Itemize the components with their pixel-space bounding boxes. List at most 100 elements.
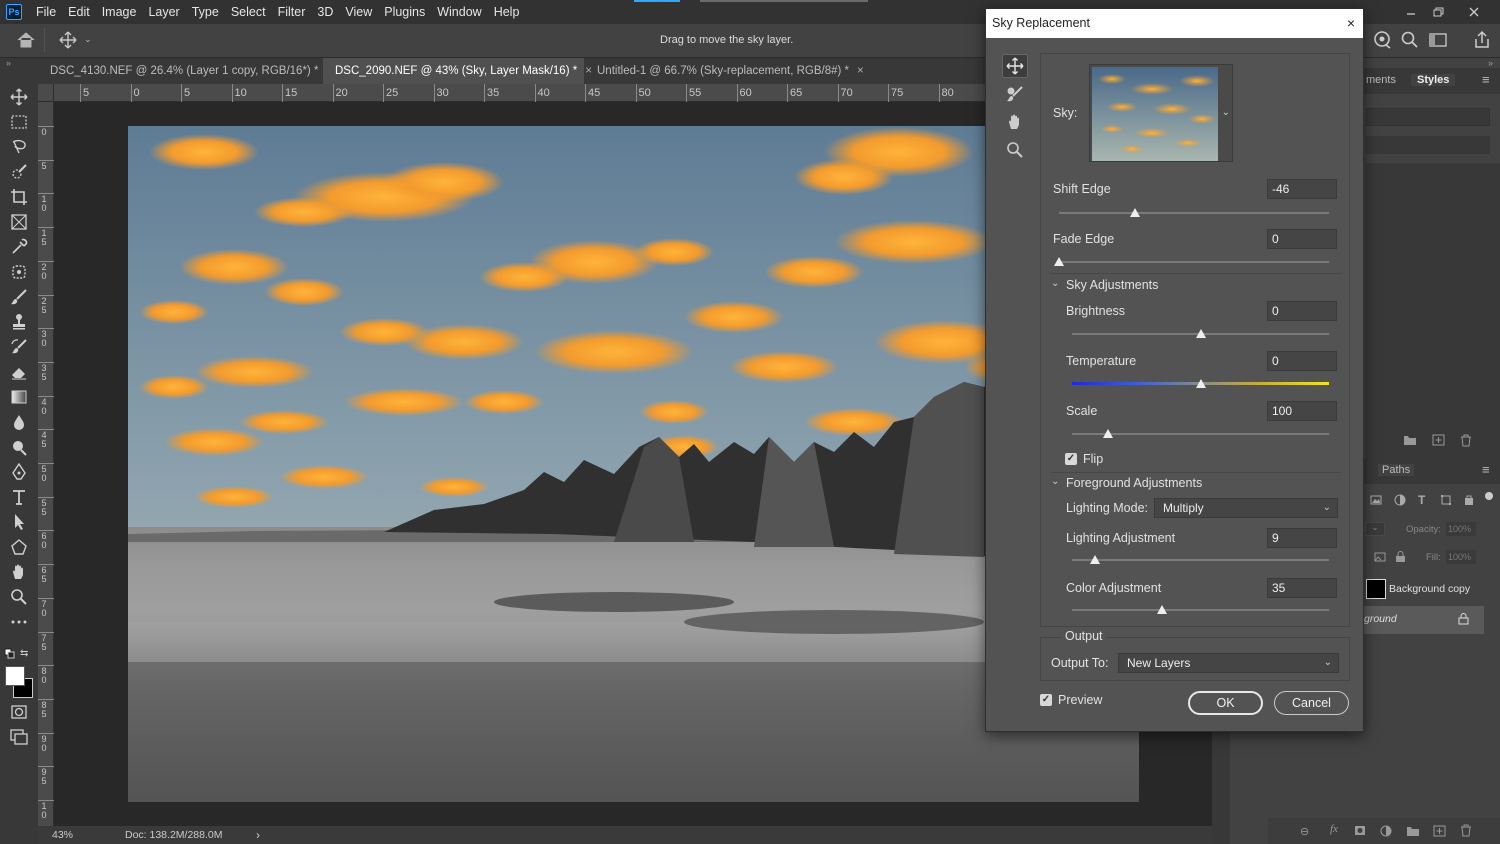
color-adjustment-field[interactable]: 35 <box>1267 578 1337 598</box>
eraser-icon[interactable] <box>6 361 32 383</box>
sky-preset-picker[interactable]: ⌄ <box>1089 64 1233 162</box>
menu-help[interactable]: Help <box>488 0 526 24</box>
menu-edit[interactable]: Edit <box>62 0 96 24</box>
lock-all-icon[interactable] <box>1395 551 1406 566</box>
lasso-icon[interactable] <box>6 136 32 158</box>
marquee-icon[interactable] <box>6 111 32 133</box>
opacity-field[interactable]: 100% <box>1446 522 1476 536</box>
tab-adjustments[interactable]: ments <box>1366 74 1396 86</box>
cancel-button[interactable]: Cancel <box>1274 691 1349 715</box>
cloud-docs-icon[interactable] <box>1372 30 1392 53</box>
share-icon[interactable] <box>1472 30 1492 53</box>
filter-smart-object-icon[interactable] <box>1463 494 1475 509</box>
search-icon[interactable] <box>1400 30 1420 53</box>
link-layers-icon[interactable]: ⊖ <box>1300 825 1309 838</box>
screen-mode-icon[interactable] <box>6 726 32 748</box>
zoom-icon[interactable] <box>1002 138 1028 162</box>
close-tab-icon[interactable]: × <box>857 65 864 77</box>
fx-icon[interactable]: fx <box>1330 823 1338 835</box>
menu-select[interactable]: Select <box>225 0 272 24</box>
menu-filter[interactable]: Filter <box>272 0 312 24</box>
menu-type[interactable]: Type <box>186 0 225 24</box>
ruler-horizontal[interactable]: 5 0 5 10 15 20 25 30 35 40 45 50 55 60 65 70 75 80 <box>54 84 986 102</box>
lock-pixels-icon[interactable] <box>1374 552 1386 566</box>
styles-search-box[interactable] <box>1366 108 1490 126</box>
menu-window[interactable]: Window <box>431 0 487 24</box>
filter-image-icon[interactable] <box>1370 494 1382 509</box>
new-group-icon[interactable] <box>1406 825 1420 840</box>
shift-edge-slider[interactable] <box>1059 212 1329 214</box>
home-icon[interactable] <box>16 31 36 52</box>
preview-checkbox[interactable]: ✓ <box>1040 694 1052 706</box>
fill-field[interactable]: 100% <box>1446 550 1476 564</box>
filter-adjustment-icon[interactable] <box>1394 494 1406 509</box>
scale-field[interactable]: 100 <box>1267 401 1337 421</box>
lighting-mode-select[interactable]: Multiply ⌄ <box>1154 498 1338 518</box>
collapse-chevron-icon[interactable]: ⌄ <box>1051 278 1059 289</box>
lighting-adjustment-slider-thumb[interactable] <box>1090 555 1101 564</box>
menu-layer[interactable]: Layer <box>142 0 185 24</box>
hand-icon[interactable] <box>6 561 32 583</box>
dodge-icon[interactable] <box>6 436 32 458</box>
path-selection-icon[interactable] <box>6 511 32 533</box>
temperature-slider-thumb[interactable] <box>1195 379 1206 388</box>
filter-shape-icon[interactable] <box>1440 494 1452 509</box>
tab-styles[interactable]: Styles <box>1411 74 1456 86</box>
collapse-chevron-icon[interactable]: ⌄ <box>1051 476 1059 487</box>
crop-icon[interactable] <box>6 186 32 208</box>
close-icon[interactable]: × <box>1347 9 1355 38</box>
chevron-down-icon[interactable]: ⌄ <box>1222 107 1230 118</box>
fade-edge-field[interactable]: 0 <box>1267 229 1337 249</box>
tab-dsc-2090[interactable]: DSC_2090.NEF @ 43% (Sky, Layer Mask/16) … <box>323 58 592 84</box>
add-mask-icon[interactable] <box>1354 825 1366 839</box>
foreground-color-swatch[interactable] <box>5 666 25 686</box>
hand-icon[interactable] <box>1002 110 1028 134</box>
panel-menu-icon[interactable]: ≡ <box>1482 462 1490 477</box>
layer-lock-icon[interactable] <box>1458 613 1469 628</box>
collapse-arrows-icon[interactable]: » <box>1488 58 1493 68</box>
filter-toggle-icon[interactable] <box>1485 492 1493 500</box>
styles-list[interactable] <box>1366 163 1500 463</box>
flip-label[interactable]: Flip <box>1083 452 1103 466</box>
sky-adjustments-header[interactable]: Sky Adjustments <box>1066 278 1158 292</box>
frame-icon[interactable] <box>6 211 32 233</box>
dialog-titlebar[interactable]: Sky Replacement × <box>986 9 1363 38</box>
new-group-icon[interactable] <box>1403 434 1417 449</box>
new-style-icon[interactable] <box>1432 434 1446 449</box>
zoom-level[interactable]: 43% <box>52 829 73 841</box>
new-adjustment-icon[interactable] <box>1380 825 1392 840</box>
delete-layer-icon[interactable] <box>1460 824 1472 840</box>
filter-type-icon[interactable]: T <box>1418 493 1425 507</box>
history-brush-icon[interactable] <box>6 336 32 358</box>
blend-mode-select[interactable]: ⌄ <box>1365 522 1385 536</box>
workspace-icon[interactable] <box>1428 31 1450 52</box>
gradient-icon[interactable] <box>6 386 32 408</box>
minimize-icon[interactable] <box>1397 0 1425 24</box>
color-adjustment-slider[interactable] <box>1072 609 1329 611</box>
tab-paths[interactable]: Paths <box>1378 464 1415 476</box>
menu-3d[interactable]: 3D <box>311 0 339 24</box>
fade-edge-slider[interactable] <box>1059 261 1329 263</box>
zoom-icon[interactable] <box>6 586 32 608</box>
move-icon[interactable] <box>6 86 32 108</box>
restore-icon[interactable] <box>1425 0 1453 24</box>
quick-selection-icon[interactable] <box>6 161 32 183</box>
preview-label[interactable]: Preview <box>1058 693 1102 707</box>
sky-move-tool-icon[interactable] <box>1002 54 1028 78</box>
quick-mask-icon[interactable] <box>6 701 32 723</box>
trash-icon[interactable] <box>1460 434 1472 450</box>
styles-list-row[interactable] <box>1366 136 1490 154</box>
menu-plugins[interactable]: Plugins <box>378 0 431 24</box>
color-adjustment-slider-thumb[interactable] <box>1156 605 1167 614</box>
close-window-icon[interactable] <box>1460 0 1488 24</box>
ruler-corner[interactable] <box>38 84 54 102</box>
new-layer-icon[interactable] <box>1433 825 1447 840</box>
more-tools-icon[interactable] <box>6 611 32 633</box>
output-to-select[interactable]: New Layers ⌄ <box>1118 653 1339 673</box>
menu-image[interactable]: Image <box>96 0 143 24</box>
brightness-slider-thumb[interactable] <box>1195 329 1206 338</box>
ok-button[interactable]: OK <box>1188 691 1263 715</box>
tab-dsc-4130[interactable]: DSC_4130.NEF @ 26.4% (Layer 1 copy, RGB/… <box>38 58 333 84</box>
brush-icon[interactable] <box>6 286 32 308</box>
lighting-adjustment-slider[interactable] <box>1072 559 1329 561</box>
